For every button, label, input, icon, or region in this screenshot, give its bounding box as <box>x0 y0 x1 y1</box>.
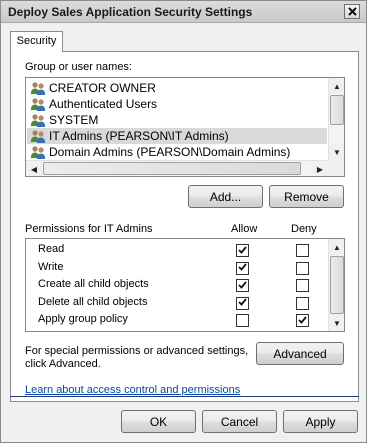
chevron-right-icon: ▶ <box>316 164 324 174</box>
user-name: IT Admins (PEARSON\IT Admins) <box>49 129 229 143</box>
checkmark-icon <box>238 297 247 309</box>
user-name: SYSTEM <box>49 113 99 127</box>
permissions-list[interactable]: Read Write Create all child objects Delete … <box>25 238 345 332</box>
user-list-item[interactable]: SYSTEM <box>27 112 327 128</box>
scroll-up-button[interactable]: ▲ <box>329 78 344 94</box>
cancel-button[interactable]: Cancel <box>202 410 277 433</box>
add-button[interactable]: Add... <box>188 185 263 208</box>
advanced-button[interactable]: Advanced <box>256 342 344 365</box>
scroll-thumb[interactable] <box>330 95 344 125</box>
close-button[interactable] <box>344 4 360 19</box>
user-name: CREATOR OWNER <box>49 81 156 95</box>
user-list-item[interactable]: IT Admins (PEARSON\IT Admins) <box>27 128 327 144</box>
checkmark-icon <box>238 280 247 292</box>
allow-column-header: Allow <box>231 223 258 235</box>
user-list-item[interactable]: Authenticated Users <box>27 96 327 112</box>
checkmark-icon <box>238 245 247 257</box>
user-group-icon <box>30 82 46 95</box>
checkmark-icon <box>298 315 307 327</box>
permission-row: Apply group policy <box>26 312 326 329</box>
chevron-down-icon: ▼ <box>333 318 341 328</box>
help-link-underline-rule <box>10 396 359 397</box>
deny-checkbox[interactable] <box>296 314 309 327</box>
tab-security-label: Security <box>16 35 57 47</box>
permissions-scroll-thumb[interactable] <box>330 256 344 314</box>
permission-row: Delete all child objects <box>26 295 326 312</box>
user-name: Authenticated Users <box>49 97 158 111</box>
user-name: Domain Admins (PEARSON\Domain Admins) <box>49 145 291 159</box>
checkmark-icon <box>238 262 247 274</box>
deny-checkbox[interactable] <box>296 261 309 275</box>
allow-checkbox[interactable] <box>236 244 249 257</box>
permission-name: Create all child objects <box>38 278 149 290</box>
deny-checkbox[interactable] <box>296 244 309 257</box>
window-title: Deploy Sales Application Security Settin… <box>8 5 253 19</box>
remove-button[interactable]: Remove <box>269 185 344 208</box>
permission-name: Delete all child objects <box>38 295 148 308</box>
user-list-item[interactable]: CREATOR OWNER <box>27 80 327 96</box>
user-group-icon <box>30 114 46 127</box>
scroll-left-button[interactable]: ◀ <box>26 161 42 176</box>
deny-checkbox[interactable] <box>296 279 309 292</box>
security-settings-dialog: Deploy Sales Application Security Settin… <box>0 0 367 443</box>
help-link[interactable]: Learn about access control and permissio… <box>25 384 240 396</box>
allow-checkbox[interactable] <box>236 296 249 310</box>
permissions-vertical-scrollbar[interactable]: ▲ ▼ <box>328 239 344 331</box>
tab-security[interactable]: Security <box>10 31 63 52</box>
user-group-icon <box>30 130 46 143</box>
user-group-icon <box>30 146 46 159</box>
scrollbar-corner <box>328 160 344 176</box>
apply-button[interactable]: Apply <box>283 410 358 433</box>
allow-checkbox[interactable] <box>236 261 249 275</box>
user-list[interactable]: CREATOR OWNER Authenticated Users SYSTEM IT… <box>25 77 345 177</box>
chevron-down-icon: ▼ <box>333 147 341 157</box>
permission-name: Read <box>38 243 65 255</box>
horizontal-scroll-thumb[interactable] <box>43 162 301 175</box>
scroll-right-button[interactable]: ▶ <box>312 161 328 176</box>
permissions-for-label: Permissions for IT Admins <box>25 223 153 235</box>
permission-row: Read <box>26 242 326 259</box>
user-list-horizontal-scrollbar[interactable]: ◀ ▶ <box>26 160 328 176</box>
permission-name: Write <box>38 260 64 273</box>
deny-column-header: Deny <box>291 223 317 235</box>
ok-button[interactable]: OK <box>121 410 196 433</box>
user-list-vertical-scrollbar[interactable]: ▲ ▼ <box>328 78 344 160</box>
title-bar[interactable]: Deploy Sales Application Security Settin… <box>1 1 366 23</box>
user-list-item[interactable]: Domain Admins (PEARSON\Domain Admins) <box>27 144 327 160</box>
chevron-left-icon: ◀ <box>30 164 38 174</box>
chevron-up-icon: ▲ <box>333 242 341 252</box>
permission-row: Write <box>26 260 326 277</box>
advanced-description-line2: click Advanced. <box>25 358 101 370</box>
permissions-scroll-up-button[interactable]: ▲ <box>329 239 344 255</box>
security-tab-panel: Group or user names: CREATOR OWNER Authen… <box>10 51 359 402</box>
permissions-scroll-down-button[interactable]: ▼ <box>329 315 344 331</box>
permission-row: Create all child objects <box>26 277 326 294</box>
deny-checkbox[interactable] <box>296 296 309 310</box>
chevron-up-icon: ▲ <box>333 81 341 91</box>
allow-checkbox[interactable] <box>236 314 249 327</box>
close-icon <box>347 7 357 16</box>
allow-checkbox[interactable] <box>236 279 249 292</box>
scroll-down-button[interactable]: ▼ <box>329 144 344 160</box>
group-user-names-label: Group or user names: <box>25 61 132 73</box>
user-group-icon <box>30 98 46 111</box>
advanced-description-line1: For special permissions or advanced sett… <box>25 345 249 357</box>
permission-name: Apply group policy <box>38 313 128 325</box>
